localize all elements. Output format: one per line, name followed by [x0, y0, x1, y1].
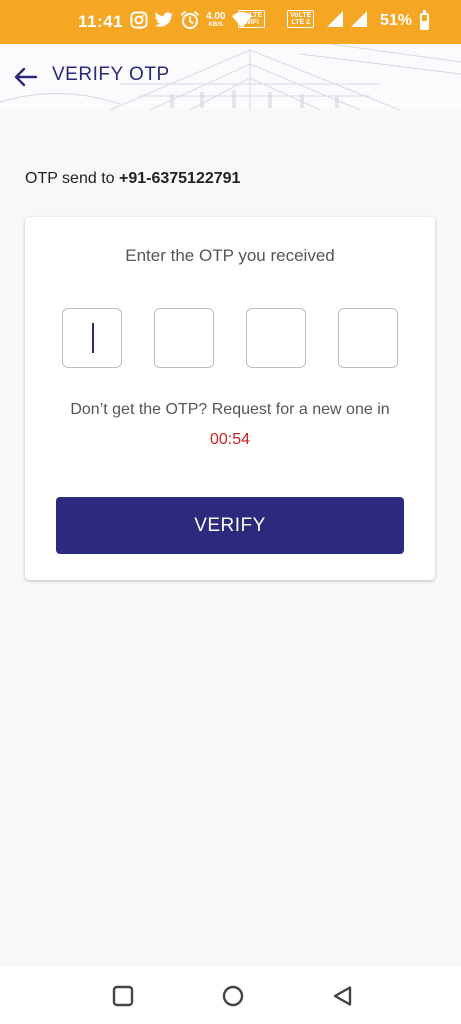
battery-icon	[420, 10, 429, 30]
chip-2-top: VoLTE	[290, 12, 312, 19]
resend-countdown-timer: 00:54	[209, 431, 251, 448]
network-speed: 4.00 KB/S	[206, 10, 226, 29]
otp-sent-info: OTP send to +91-6375122791	[25, 170, 240, 188]
volte-wifi-chip: VoLTE WiFi	[238, 10, 266, 28]
alarm-icon	[181, 11, 199, 29]
signal-icon	[327, 11, 344, 27]
chip-1-top: VoLTE	[241, 12, 263, 19]
phone-number: +91-6375122791	[118, 170, 241, 187]
twitter-icon	[154, 12, 173, 27]
chip-1-bottom: WiFi	[244, 19, 259, 26]
otp-digit-3-input[interactable]	[246, 308, 306, 368]
app-header: VERIFY OTP	[0, 44, 461, 110]
back-nav-button[interactable]	[331, 984, 355, 1008]
status-right-icons: VoLTE WiFi VoLTE LTE 2	[238, 10, 368, 28]
signal-icon	[351, 11, 368, 27]
arrow-left-icon	[14, 67, 38, 87]
otp-card: Enter the OTP you received Don’t get the…	[25, 217, 435, 580]
battery-percent: 51%	[380, 12, 413, 29]
network-speed-unit: KB/S	[208, 21, 223, 28]
verify-button-label: VERIFY	[194, 514, 266, 536]
system-navigation-bar	[0, 966, 461, 1024]
home-circle-icon	[222, 985, 244, 1007]
status-bar: 11:41 4.00 KB/S VoLTE WiFi VoLTE LTE 2 5…	[0, 0, 461, 44]
network-speed-value: 4.00	[206, 10, 226, 22]
otp-digit-4-input[interactable]	[338, 308, 398, 368]
otp-digit-1-input[interactable]	[62, 308, 122, 368]
otp-digit-2-input[interactable]	[154, 308, 214, 368]
otp-sent-label: OTP send to	[25, 170, 115, 187]
back-triangle-icon	[333, 986, 352, 1006]
verify-button[interactable]: VERIFY	[56, 497, 404, 554]
otp-instruction: Enter the OTP you received	[125, 246, 335, 265]
recents-button[interactable]	[111, 984, 135, 1008]
battery-fill	[422, 21, 427, 28]
recents-square-icon	[112, 985, 134, 1007]
back-button[interactable]	[10, 62, 42, 92]
instagram-icon	[130, 11, 148, 29]
page-title: VERIFY OTP	[52, 64, 170, 85]
home-button[interactable]	[221, 984, 245, 1008]
status-time: 11:41	[78, 12, 124, 31]
chip-2-bottom: LTE 2	[291, 19, 310, 26]
resend-otp-text: Don’t get the OTP? Request for a new one…	[70, 401, 390, 418]
status-left-icons: 4.00 KB/S	[130, 10, 253, 30]
text-cursor	[92, 323, 94, 353]
volte-lte-chip: VoLTE LTE 2	[287, 10, 315, 28]
